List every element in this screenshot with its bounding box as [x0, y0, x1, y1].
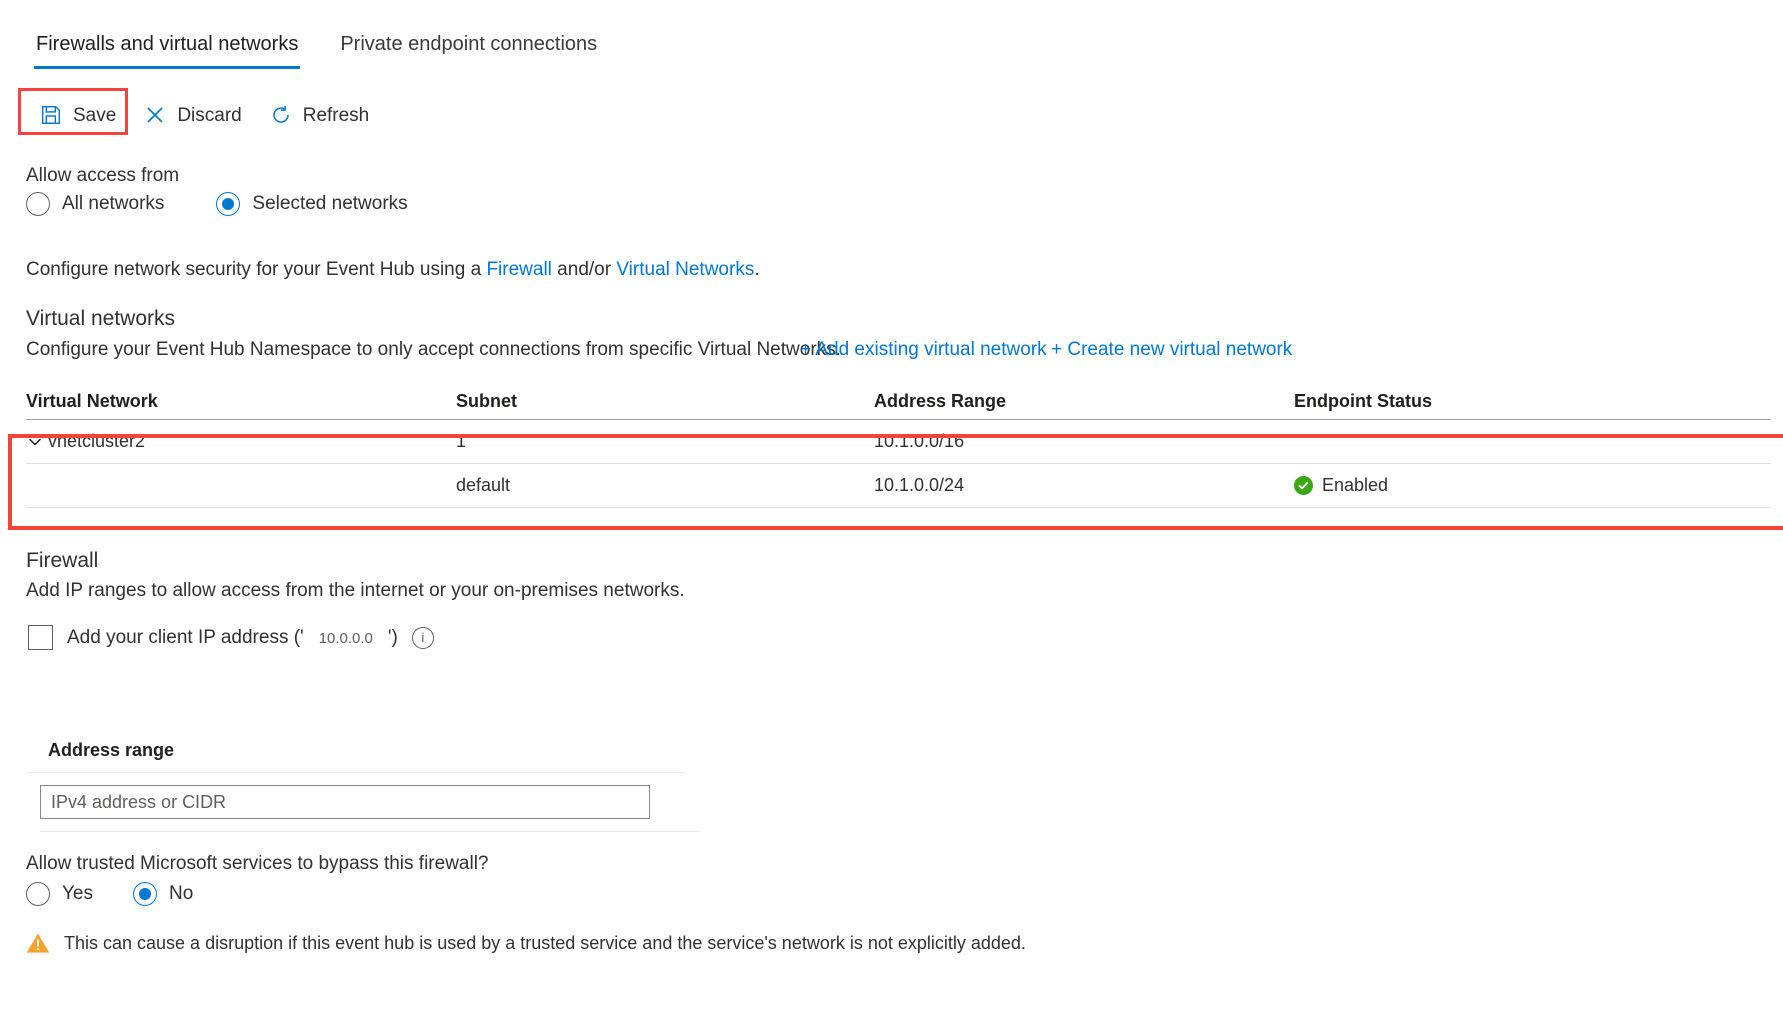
command-bar: Save Discard Refresh [26, 96, 383, 134]
close-icon [144, 104, 166, 126]
virtual-networks-link[interactable]: Virtual Networks [616, 259, 754, 280]
trusted-services-question: Allow trusted Microsoft services to bypa… [26, 853, 489, 874]
tab-label: Private endpoint connections [340, 33, 598, 55]
refresh-label: Refresh [302, 104, 370, 126]
add-client-ip-label-prefix: Add your client IP address (' [67, 626, 304, 648]
radio-label: All networks [62, 193, 165, 214]
warning-triangle-icon [26, 932, 50, 954]
tab-label: Firewalls and virtual networks [36, 33, 299, 55]
virtual-networks-subtext: Configure your Event Hub Namespace to on… [26, 339, 841, 360]
refresh-button[interactable]: Refresh [256, 96, 384, 134]
virtual-networks-subtext-row: Configure your Event Hub Namespace to on… [26, 339, 841, 361]
radio-label: No [169, 883, 194, 904]
add-client-ip-checkbox[interactable] [28, 625, 53, 650]
radio-label: Yes [62, 883, 93, 904]
virtual-networks-heading: Virtual networks [26, 307, 176, 330]
status-badge: Enabled [1322, 475, 1389, 495]
tab-private-endpoint-connections[interactable]: Private endpoint connections [338, 34, 599, 69]
address-range-divider-top [26, 772, 686, 773]
address-range-input[interactable] [40, 785, 650, 819]
cell-address-range: 10.1.0.0/24 [874, 475, 965, 495]
warning-text: This can cause a disruption if this even… [64, 932, 1026, 953]
column-header-endpoint-status: Endpoint Status [1294, 390, 1432, 411]
radio-mark-checked-icon [216, 192, 241, 216]
address-range-label: Address range [48, 740, 175, 760]
cell-subnet: default [456, 475, 511, 495]
allow-access-from-legend: Allow access from [26, 165, 180, 186]
allow-access-from-radio-group: All networks Selected networks [26, 192, 408, 216]
table-header-row: Virtual Network Subnet Address Range End… [26, 383, 1771, 420]
refresh-icon [270, 104, 292, 126]
tab-firewalls-and-virtual-networks[interactable]: Firewalls and virtual networks [34, 33, 301, 69]
radio-all-networks[interactable]: All networks [26, 192, 164, 216]
discard-label: Discard [177, 104, 242, 126]
network-security-description: Configure network security for your Even… [26, 259, 760, 281]
description-text-3: . [754, 259, 760, 280]
radio-trusted-services-no[interactable]: No [133, 882, 193, 906]
virtual-networks-table: Virtual Network Subnet Address Range End… [26, 383, 1771, 508]
cell-subnet: 1 [456, 431, 467, 451]
address-range-block: Address range [26, 740, 700, 832]
radio-selected-networks[interactable]: Selected networks [216, 192, 408, 216]
add-existing-virtual-network-link[interactable]: + Add existing virtual network [800, 339, 1047, 361]
table-row[interactable]: vnetcluster2 1 10.1.0.0/16 [26, 420, 1771, 464]
trusted-services-warning: This can cause a disruption if this even… [26, 932, 1026, 954]
client-ip-value: 10.0.0.0 [318, 629, 373, 647]
cell-address-range: 10.1.0.0/16 [874, 431, 965, 451]
description-text-2: and/or [551, 259, 617, 280]
save-icon [40, 104, 62, 126]
radio-label: Selected networks [252, 193, 408, 214]
save-label: Save [73, 104, 117, 126]
add-client-ip-label: Add your client IP address (' 10.0.0.0 '… [67, 627, 398, 649]
firewall-subtext: Add IP ranges to allow access from the i… [26, 580, 685, 601]
description-text-1: Configure network security for your Even… [26, 259, 487, 280]
chevron-down-icon[interactable] [26, 433, 44, 451]
add-client-ip-label-suffix: ') [387, 626, 398, 648]
trusted-services-radio-group: Yes No [26, 882, 193, 906]
cell-endpoint-status: Enabled [1294, 475, 1694, 496]
table-row[interactable]: default 10.1.0.0/24 Enabled [26, 464, 1771, 508]
save-button[interactable]: Save [26, 96, 130, 134]
column-header-address-range: Address Range [874, 390, 1007, 411]
column-header-subnet: Subnet [456, 390, 517, 411]
radio-mark-unchecked-icon [26, 192, 50, 216]
firewall-link[interactable]: Firewall [486, 259, 551, 280]
cell-virtual-network: vnetcluster2 [26, 431, 456, 452]
column-header-virtual-network: Virtual Network [26, 390, 158, 411]
check-circle-icon [1294, 476, 1313, 495]
virtual-network-name: vnetcluster2 [48, 431, 146, 451]
tab-bar: Firewalls and virtual networks Private e… [34, 34, 599, 69]
add-client-ip-row: Add your client IP address (' 10.0.0.0 '… [28, 625, 434, 650]
address-range-divider-bottom [40, 831, 700, 832]
radio-trusted-services-yes[interactable]: Yes [26, 882, 93, 906]
create-new-virtual-network-link[interactable]: + Create new virtual network [1051, 339, 1292, 361]
discard-button[interactable]: Discard [130, 96, 255, 134]
firewall-heading: Firewall [26, 549, 99, 572]
radio-mark-unchecked-icon [26, 882, 50, 906]
info-icon[interactable]: i [411, 626, 434, 649]
radio-mark-checked-icon [133, 882, 157, 906]
